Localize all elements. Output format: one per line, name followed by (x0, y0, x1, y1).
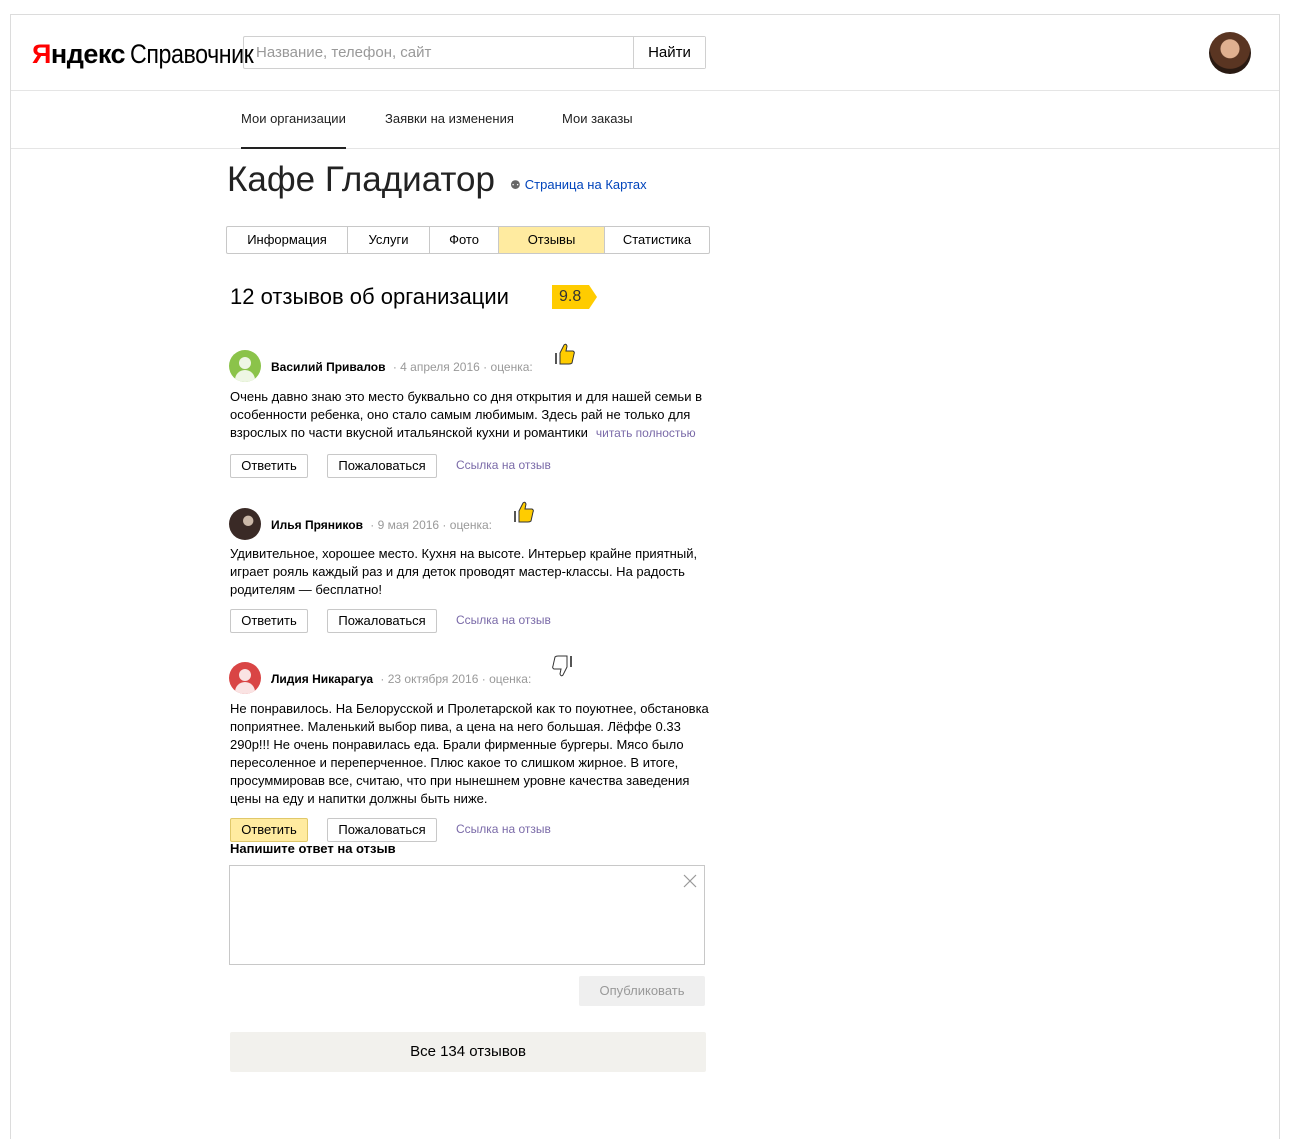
review-author: Илья Пряников (271, 518, 363, 532)
org-tabs: Информация Услуги Фото Отзывы Статистика (226, 226, 710, 254)
thumbs-up-icon (514, 501, 534, 523)
avatar (229, 508, 261, 540)
tab-statistics[interactable]: Статистика (604, 227, 709, 253)
search-input[interactable] (244, 37, 634, 68)
read-more-link[interactable]: читать полностью (596, 426, 696, 440)
logo-brand-letter: Я (32, 39, 51, 69)
review-meta: Лидия Никарагуа · 23 октября 2016 · оцен… (271, 672, 532, 686)
avatar (229, 350, 261, 382)
thumbs-up-icon (555, 343, 575, 365)
nav-change-requests[interactable]: Заявки на изменения (385, 111, 514, 127)
review-date: 23 октября 2016 (387, 672, 479, 686)
review-author: Василий Привалов (271, 360, 386, 374)
user-avatar[interactable] (1209, 32, 1251, 74)
review-meta: Илья Пряников · 9 мая 2016 · оценка: (271, 518, 492, 532)
thumbs-down-icon (552, 655, 572, 677)
reviews-heading: 12 отзывов об организации (230, 284, 509, 309)
review-date: 9 мая 2016 (377, 518, 440, 532)
complain-button[interactable]: Пожаловаться (327, 609, 437, 633)
map-pin-icon: ⚉ (510, 178, 521, 192)
nav-my-orders[interactable]: Мои заказы (562, 111, 633, 127)
all-reviews-button[interactable]: Все 134 отзывов (230, 1032, 706, 1072)
reply-button[interactable]: Ответить (230, 818, 308, 842)
complain-button[interactable]: Пожаловаться (327, 818, 437, 842)
nav-my-organizations[interactable]: Мои организации (241, 111, 346, 149)
rating-badge: 9.8 (552, 285, 598, 309)
reply-button[interactable]: Ответить (230, 609, 308, 633)
tab-photo[interactable]: Фото (429, 227, 498, 253)
publish-button[interactable]: Опубликовать (579, 976, 705, 1006)
close-icon[interactable] (682, 873, 698, 889)
map-page-link-label: Страница на Картах (524, 177, 647, 192)
review-rating-label: оценка: (449, 518, 492, 532)
main-nav: Мои организации Заявки на изменения Мои … (11, 91, 1279, 149)
reply-form (229, 865, 705, 965)
logo-service-name: Справочник (130, 39, 254, 69)
search-button[interactable]: Найти (633, 37, 705, 68)
avatar (229, 662, 261, 694)
review-rating-label: оценка: (489, 672, 532, 686)
logo-brand-rest: ндекс (50, 39, 126, 69)
review-rating-label: оценка: (490, 360, 533, 374)
search-bar: Найти (243, 36, 706, 69)
reply-form-label: Напишите ответ на отзыв (230, 841, 396, 856)
review-author: Лидия Никарагуа (271, 672, 374, 686)
tab-reviews[interactable]: Отзывы (498, 227, 604, 253)
logo[interactable]: Яндекс Справочник (32, 37, 274, 71)
review-link[interactable]: Ссылка на отзыв (456, 612, 551, 628)
review-date: 4 апреля 2016 (400, 360, 480, 374)
review-text: Удивительное, хорошее место. Кухня на вы… (230, 546, 698, 597)
complain-button[interactable]: Пожаловаться (327, 454, 437, 478)
review-meta: Василий Привалов · 4 апреля 2016 · оценк… (271, 360, 533, 374)
tab-info[interactable]: Информация (227, 227, 347, 253)
review-text: Не понравилось. На Белорусской и Пролета… (230, 701, 709, 806)
review-link[interactable]: Ссылка на отзыв (456, 457, 551, 473)
map-page-link[interactable]: ⚉ Страница на Картах (510, 176, 647, 194)
tab-services[interactable]: Услуги (347, 227, 429, 253)
reply-button[interactable]: Ответить (230, 454, 308, 478)
reply-textarea[interactable] (230, 866, 704, 964)
page-title: Кафе Гладиатор (227, 160, 495, 199)
review-text: Очень давно знаю это место буквально со … (230, 389, 702, 440)
review-link[interactable]: Ссылка на отзыв (456, 821, 551, 837)
header: ЯндексСправочник Найти (11, 15, 1279, 91)
